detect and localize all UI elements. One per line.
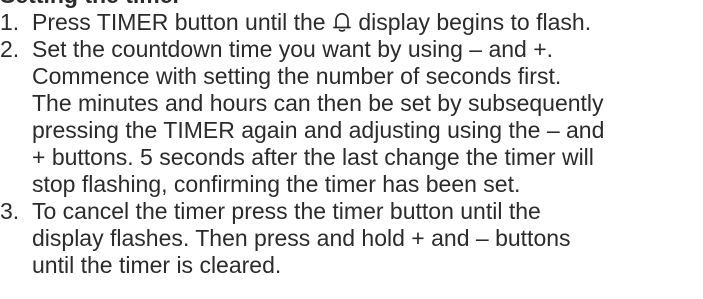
step-line: The minutes and hours can then be set by… [32,90,604,116]
section-heading: Setting the timer [0,0,181,9]
step-line: until the timer is cleared. [32,252,282,278]
bell-icon [332,11,352,33]
step-text-fragment: display begins to flash. [352,9,592,35]
step-line: pressing the TIMER again and adjusting u… [32,117,605,143]
step-text-fragment: Press TIMER button until the [32,9,332,35]
step-text: Set the countdown time you want by using… [32,36,604,198]
step-number: 1. [0,9,20,35]
list-item: 2. Set the countdown time you want by us… [0,36,604,198]
step-line: Press TIMER button until the display beg… [32,9,591,36]
step-line: Commence with setting the number of seco… [32,63,562,89]
step-text: To cancel the timer press the timer butt… [32,198,571,279]
list-item: 3. To cancel the timer press the timer b… [0,198,604,279]
instruction-list: 1. Press TIMER button until the display … [0,9,604,279]
step-line: stop flashing, confirming the timer has … [32,171,521,197]
step-number: 3. [0,198,20,224]
step-line: + buttons. 5 seconds after the last chan… [32,144,594,170]
step-number: 2. [0,36,20,62]
list-item: 1. Press TIMER button until the display … [0,9,604,36]
step-line: To cancel the timer press the timer butt… [32,198,541,224]
step-line: display flashes. Then press and hold + a… [32,225,571,251]
step-text: Press TIMER button until the display beg… [32,9,591,36]
step-line: Set the countdown time you want by using… [32,36,554,62]
